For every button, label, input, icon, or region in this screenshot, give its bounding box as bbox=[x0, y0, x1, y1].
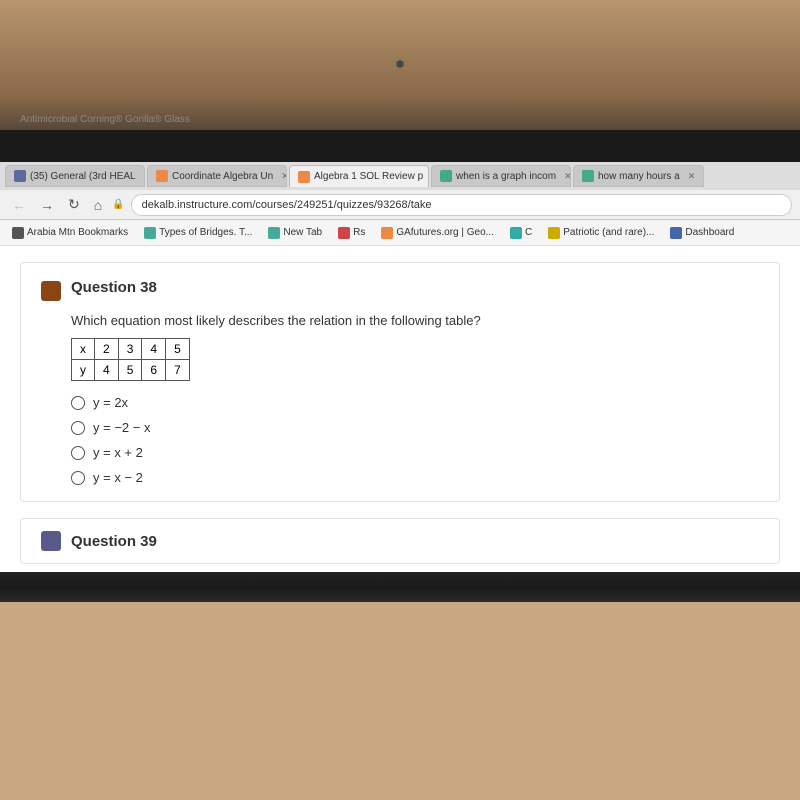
answer-options: y = 2x y = −2 − x y = x + 2 y = x − 2 bbox=[71, 395, 759, 485]
tab1-label: (35) General (3rd HEAL bbox=[30, 171, 136, 182]
bookmark-dashboard[interactable]: Dashboard bbox=[664, 225, 740, 241]
tab3-icon bbox=[298, 171, 310, 183]
answer-option-4[interactable]: y = x − 2 bbox=[71, 470, 759, 485]
url-bar: ← → ↻ ⌂ 🔒 bbox=[0, 190, 800, 220]
url-input[interactable] bbox=[131, 194, 792, 216]
webcam bbox=[396, 60, 404, 68]
tab5-close[interactable]: ✕ bbox=[688, 171, 696, 182]
table-header-x: x bbox=[72, 339, 95, 360]
page-content: Question 38 Which equation most likely d… bbox=[0, 246, 800, 572]
bookmark-label-8: Dashboard bbox=[685, 227, 734, 238]
table-cell-x4: 4 bbox=[142, 339, 166, 360]
table-cell-x5: 5 bbox=[166, 339, 190, 360]
table-row-y: y 4 5 6 7 bbox=[72, 360, 190, 381]
tab-algebra-sol[interactable]: Algebra 1 SOL Review p ✕ bbox=[289, 165, 429, 187]
tab5-icon bbox=[582, 170, 594, 182]
bookmark-icon-7 bbox=[548, 227, 560, 239]
forward-button[interactable]: → bbox=[36, 195, 58, 215]
bookmark-icon-6 bbox=[510, 227, 522, 239]
data-table: x 2 3 4 5 y 4 5 6 7 bbox=[71, 338, 190, 381]
reload-button[interactable]: ↻ bbox=[64, 194, 84, 215]
radio-2[interactable] bbox=[71, 421, 85, 435]
bookmark-types-bridges[interactable]: Types of Bridges. T... bbox=[138, 225, 258, 241]
tab-bar: (35) General (3rd HEAL ✕ Coordinate Alge… bbox=[0, 162, 800, 190]
bookmarks-bar: Arabia Mtn Bookmarks Types of Bridges. T… bbox=[0, 220, 800, 246]
table-cell-y7: 7 bbox=[166, 360, 190, 381]
gorilla-glass-text: Antimicrobial Corning® Gorilla® Glass bbox=[20, 114, 190, 125]
home-button[interactable]: ⌂ bbox=[90, 195, 106, 215]
bookmark-label-3: New Tab bbox=[283, 227, 322, 238]
tab-graph-income[interactable]: when is a graph incom ✕ bbox=[431, 165, 571, 187]
tab4-icon bbox=[440, 170, 452, 182]
question-39-icon bbox=[41, 531, 61, 551]
browser-screen: (35) General (3rd HEAL ✕ Coordinate Alge… bbox=[0, 160, 800, 572]
laptop-bottom-bezel bbox=[0, 572, 800, 602]
table-cell-x3: 3 bbox=[118, 339, 142, 360]
bookmark-arabia-mtn[interactable]: Arabia Mtn Bookmarks bbox=[6, 225, 134, 241]
question-39-title: Question 39 bbox=[71, 533, 157, 550]
bookmark-icon-1 bbox=[12, 227, 24, 239]
table-cell-x2: 2 bbox=[95, 339, 119, 360]
tab2-icon bbox=[156, 170, 168, 182]
bookmark-icon-2 bbox=[144, 227, 156, 239]
tab1-close[interactable]: ✕ bbox=[144, 171, 145, 182]
question-38-text: Which equation most likely describes the… bbox=[71, 313, 759, 328]
laptop-top-bezel: Antimicrobial Corning® Gorilla® Glass bbox=[0, 0, 800, 160]
tab2-label: Coordinate Algebra Un bbox=[172, 171, 273, 182]
tab2-close[interactable]: ✕ bbox=[281, 171, 287, 182]
bookmark-new-tab[interactable]: New Tab bbox=[262, 225, 328, 241]
lock-icon: 🔒 bbox=[112, 199, 124, 210]
table-cell-y4: 4 bbox=[95, 360, 119, 381]
table-row-x: x 2 3 4 5 bbox=[72, 339, 190, 360]
bookmark-patriotic[interactable]: Patriotic (and rare)... bbox=[542, 225, 660, 241]
answer-label-4: y = x − 2 bbox=[93, 470, 143, 485]
bookmark-label-2: Types of Bridges. T... bbox=[159, 227, 252, 238]
answer-option-3[interactable]: y = x + 2 bbox=[71, 445, 759, 460]
question-38-header: Question 38 bbox=[41, 279, 759, 301]
question-38-title: Question 38 bbox=[71, 279, 157, 296]
browser-chrome: (35) General (3rd HEAL ✕ Coordinate Alge… bbox=[0, 160, 800, 246]
answer-label-1: y = 2x bbox=[93, 395, 128, 410]
answer-label-2: y = −2 − x bbox=[93, 420, 150, 435]
question-38-body: Which equation most likely describes the… bbox=[41, 313, 759, 485]
tab5-label: how many hours a bbox=[598, 171, 680, 182]
answer-option-2[interactable]: y = −2 − x bbox=[71, 420, 759, 435]
bookmark-rs[interactable]: Rs bbox=[332, 225, 371, 241]
table-cell-y6: 6 bbox=[142, 360, 166, 381]
table-cell-y5: 5 bbox=[118, 360, 142, 381]
bookmark-label-7: Patriotic (and rare)... bbox=[563, 227, 654, 238]
radio-4[interactable] bbox=[71, 471, 85, 485]
table-header-y: y bbox=[72, 360, 95, 381]
tab-general[interactable]: (35) General (3rd HEAL ✕ bbox=[5, 165, 145, 187]
bookmark-icon-3 bbox=[268, 227, 280, 239]
tab3-label: Algebra 1 SOL Review p bbox=[314, 171, 423, 182]
bookmark-c[interactable]: C bbox=[504, 225, 538, 241]
tab-coordinate-algebra[interactable]: Coordinate Algebra Un ✕ bbox=[147, 165, 287, 187]
bookmark-label-1: Arabia Mtn Bookmarks bbox=[27, 227, 128, 238]
radio-1[interactable] bbox=[71, 396, 85, 410]
tab4-label: when is a graph incom bbox=[456, 171, 556, 182]
bookmark-icon-5 bbox=[381, 227, 393, 239]
bookmark-label-5: GAfutures.org | Geo... bbox=[396, 227, 494, 238]
bookmark-label-4: Rs bbox=[353, 227, 365, 238]
bookmark-gafutures[interactable]: GAfutures.org | Geo... bbox=[375, 225, 500, 241]
question-38-card: Question 38 Which equation most likely d… bbox=[20, 262, 780, 502]
tab4-close[interactable]: ✕ bbox=[564, 171, 571, 182]
back-button[interactable]: ← bbox=[8, 195, 30, 215]
bookmark-label-6: C bbox=[525, 227, 532, 238]
answer-label-3: y = x + 2 bbox=[93, 445, 143, 460]
question-39-card: Question 39 bbox=[20, 518, 780, 564]
bookmark-icon-4 bbox=[338, 227, 350, 239]
question-38-icon bbox=[41, 281, 61, 301]
tab1-icon bbox=[14, 170, 26, 182]
tab-hours[interactable]: how many hours a ✕ bbox=[573, 165, 704, 187]
radio-3[interactable] bbox=[71, 446, 85, 460]
bookmark-icon-8 bbox=[670, 227, 682, 239]
answer-option-1[interactable]: y = 2x bbox=[71, 395, 759, 410]
